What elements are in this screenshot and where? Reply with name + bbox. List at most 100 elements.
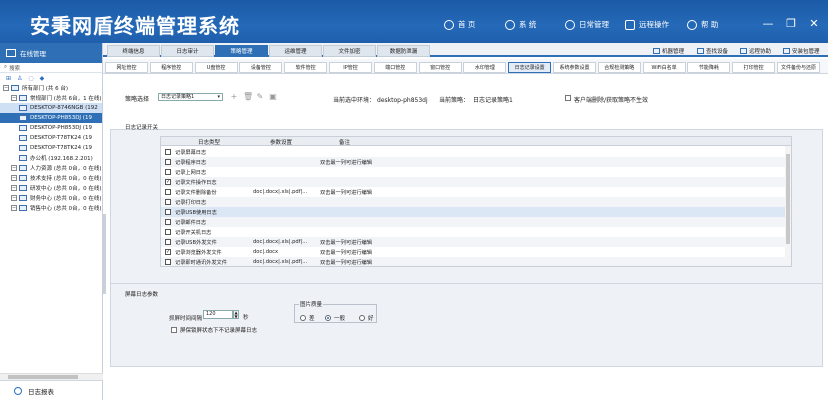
tab-sub[interactable]: 日志记录设置 [508, 62, 552, 73]
tab-sub[interactable]: WiFi白名单 [642, 62, 686, 73]
log-report-link[interactable]: 日志报表 [0, 380, 103, 400]
policy-select[interactable]: 日志记录策略1 ▾ [158, 93, 223, 101]
restore-button[interactable]: ❐ [783, 17, 799, 30]
tree-node[interactable]: − 常规部门 (总共 6台，1 在线) [0, 93, 102, 103]
tab-sub[interactable]: 节能降耗 [687, 62, 731, 73]
search-input[interactable]: ⌕ 搜索 [0, 63, 102, 73]
nav-daily-ops[interactable]: 日常管理 [565, 19, 609, 30]
row-checkbox[interactable] [165, 229, 171, 235]
tree-node[interactable]: − 销售中心 (总共 0台，0 在线) [0, 203, 102, 213]
tab-sub[interactable]: U盘管控 [194, 62, 238, 73]
tab-sub[interactable]: 打印管控 [732, 62, 776, 73]
tab-main[interactable]: 策略管理 [215, 45, 268, 57]
tree-node[interactable]: 办公机 (192.168.2.201) [0, 153, 102, 163]
table-row[interactable]: ✓ 记录浏览器外发文件 doc|.docx 双击最一列可进行编辑 [161, 247, 791, 257]
minimize-button[interactable]: — [760, 17, 776, 30]
nav-home[interactable]: 首 页 [444, 19, 475, 30]
quality-radio-poor[interactable]: 差 [300, 314, 315, 322]
no-screenshot-checkbox[interactable] [171, 327, 177, 333]
table-row[interactable]: 记录程序日志 双击最一列可进行编辑 [161, 157, 791, 167]
row-checkbox[interactable] [165, 149, 171, 155]
expand-toggle-icon[interactable]: − [11, 195, 17, 201]
tab-sub[interactable]: IP管控 [329, 62, 372, 73]
tab-main[interactable]: 终端信息 [107, 45, 160, 57]
tree-node[interactable]: DESKTOP-PH853DJ (19 [0, 113, 102, 123]
table-row[interactable]: 记录打印日志 [161, 197, 791, 207]
tree-node[interactable]: DESKTOP-PH853DJ (19 [0, 123, 102, 133]
tree-node[interactable]: DESKTOP-T78TK24 (19 [0, 133, 102, 143]
tab-sub[interactable]: 程序管控 [149, 62, 193, 73]
tree-node[interactable]: − 技术支持 (总共 0台，0 在线) [0, 173, 102, 183]
tree-node[interactable]: − 研发中心 (总共 0台，0 在线) [0, 183, 102, 193]
table-row[interactable]: 记录USB外发文件 doc|.docx|.xls|.pdf|... 双击最一列可进行… [161, 237, 791, 247]
tree-node[interactable]: − 人力资源 (总共 0台，0 在线) [0, 163, 102, 173]
grid-scrollbar[interactable] [785, 146, 791, 266]
expand-toggle-icon[interactable]: − [11, 185, 17, 191]
tab-sub[interactable]: 合规检测策略 [597, 62, 641, 73]
quality-radio-good[interactable]: 好 [359, 314, 374, 322]
tree-node[interactable]: DESKTOP-T78TK24 (19 [0, 143, 102, 153]
diamond-icon[interactable]: ◆ [40, 75, 45, 82]
tab-sub[interactable]: 系统参数设置 [553, 62, 596, 73]
add-icon[interactable]: + [230, 93, 238, 101]
sidebar-header[interactable]: 在线管理 [0, 43, 102, 63]
expand-toggle-icon[interactable]: − [11, 175, 17, 181]
row-checkbox[interactable]: ✓ [165, 249, 171, 255]
find-device-button[interactable]: 查找设备 [697, 47, 728, 55]
windows-icon[interactable]: ⊞ [6, 75, 11, 82]
tab-main[interactable]: 文件加密 [323, 45, 376, 57]
col-param[interactable]: 参数设置 [270, 138, 292, 146]
table-row[interactable]: 记录屏幕日志 [161, 147, 791, 157]
scroll-thumb[interactable] [8, 375, 78, 379]
splitter-handle[interactable] [103, 214, 106, 294]
table-row[interactable]: 记录邮件日志 [161, 217, 791, 227]
table-row[interactable]: ✓ 记录文件操作日志 [161, 177, 791, 187]
tab-sub[interactable]: 水印管理 [463, 62, 507, 73]
scroll-thumb[interactable] [786, 154, 790, 244]
remote-assist-button[interactable]: 远程协助 [740, 47, 771, 55]
android-icon[interactable]: ♙ [17, 75, 22, 82]
interval-spinner[interactable]: ▲ ▼ [233, 310, 239, 319]
nav-remote-ops[interactable]: 远程操作 [625, 19, 669, 30]
row-checkbox[interactable] [165, 219, 171, 225]
tab-main[interactable]: 运维管理 [269, 45, 322, 57]
expand-toggle-icon[interactable]: − [11, 205, 17, 211]
table-row[interactable]: 记录即时通讯外发文件 doc|.docx|.xls|.pdf|... 双击最一列可进… [161, 257, 791, 266]
row-checkbox[interactable] [165, 239, 171, 245]
tab-sub[interactable]: 窗口管控 [418, 62, 462, 73]
tree-node[interactable]: − 所有部门 (共 6 台) [0, 83, 102, 93]
nav-help[interactable]: 帮 助 [687, 19, 718, 30]
edit-icon[interactable]: ✎ [256, 93, 264, 101]
tree-node[interactable]: − 财务中心 (总共 0台，0 在线) [0, 193, 102, 203]
tab-sub[interactable]: 网址管控 [105, 62, 148, 73]
quality-radio-normal[interactable]: 一般 [325, 314, 345, 322]
delete-icon[interactable]: 🗑 [243, 93, 253, 101]
row-checkbox[interactable] [165, 169, 171, 175]
row-checkbox[interactable] [165, 209, 171, 215]
tab-main[interactable]: 数据防泄漏 [377, 45, 430, 57]
table-row[interactable]: 记录开关机日志 [161, 227, 791, 237]
expand-toggle-icon[interactable]: − [11, 165, 17, 171]
customer-policy-checkbox[interactable] [565, 95, 571, 101]
expand-toggle-icon[interactable]: − [11, 95, 17, 101]
tab-sub[interactable]: 设备管控 [239, 62, 283, 73]
apple-icon[interactable]: ◌ [28, 75, 33, 82]
row-checkbox[interactable] [165, 259, 171, 265]
expand-toggle-icon[interactable]: − [3, 85, 9, 91]
install-pkg-button[interactable]: 安装包管理 [783, 47, 820, 55]
nav-system[interactable]: 系 统 [505, 19, 536, 30]
interval-input[interactable]: 120 [203, 310, 233, 319]
row-checkbox[interactable] [165, 159, 171, 165]
table-row[interactable]: 记录上网日志 [161, 167, 791, 177]
tab-sub[interactable]: 文件备份与还原 [777, 62, 820, 73]
tree-node[interactable]: DESKTOP-8746NGB (192 [0, 103, 102, 113]
machine-mgmt-button[interactable]: 机器管理 [653, 47, 684, 55]
tab-sub[interactable]: 软件管控 [284, 62, 328, 73]
col-note[interactable]: 备注 [339, 138, 350, 146]
table-row[interactable]: 记录USB使用日志 [161, 207, 791, 217]
row-checkbox[interactable]: ✓ [165, 179, 171, 185]
col-type[interactable]: 日志类型 [198, 138, 220, 146]
tab-main[interactable]: 日志审计 [161, 45, 214, 57]
tab-sub[interactable]: 端口管控 [373, 62, 417, 73]
table-row[interactable]: 记录文件删除备份 doc|.docx|.xls|.pdf|... 双击最一列可进行编… [161, 187, 791, 197]
